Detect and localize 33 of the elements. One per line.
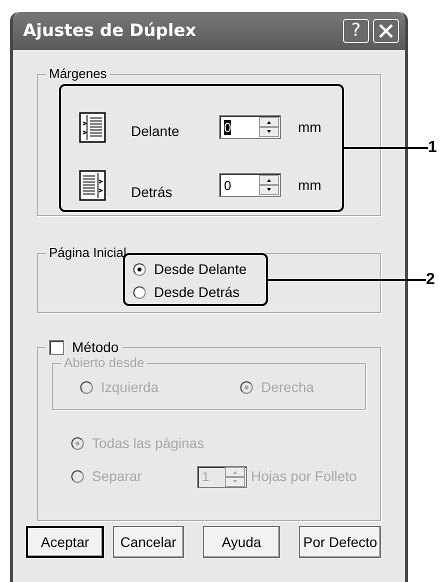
unit-label: mm — [298, 176, 322, 194]
checkbox-label: Método — [72, 339, 119, 355]
dialog-button[interactable]: Aceptar — [26, 526, 104, 558]
field-label: Detrás — [131, 182, 174, 202]
spin-arrows-icon[interactable] — [259, 117, 279, 137]
page-margin-icon — [79, 112, 106, 142]
option-label: Derecha — [261, 378, 314, 397]
spin-field[interactable]: 0 — [219, 173, 281, 197]
radio-button[interactable] — [133, 286, 146, 299]
window-title: Ajustes de Dúplex — [23, 21, 196, 41]
callout-number: 1 — [428, 140, 437, 156]
field-label: Delante — [131, 122, 180, 140]
radio-button[interactable] — [133, 263, 146, 276]
spin-field[interactable]: 0 — [219, 115, 281, 139]
option-label: Izquierda — [101, 378, 159, 397]
page-margin-icon — [79, 170, 106, 200]
group-label: Márgenes — [48, 66, 108, 82]
help-button[interactable]: ? — [343, 19, 369, 43]
group-label: Página Inicial — [48, 245, 128, 261]
spin-arrows-icon[interactable] — [259, 175, 279, 195]
option-label: Separar — [92, 467, 143, 486]
unit-label: mm — [298, 118, 322, 136]
dialog-button[interactable]: Ayuda — [202, 526, 280, 558]
option-label: Todas las páginas — [92, 434, 204, 453]
group-label: Abierto desde — [63, 355, 146, 371]
option-label: Desde Detrás — [154, 283, 240, 302]
dialog-button[interactable]: Cancelar — [113, 526, 184, 558]
callout-number: 2 — [426, 272, 435, 288]
field-label: Hojas por Folleto — [251, 467, 357, 486]
option-label: Desde Delante — [154, 260, 247, 279]
dialog-button[interactable]: Por Defecto — [299, 526, 381, 558]
close-button[interactable] — [373, 19, 399, 43]
close-icon — [377, 22, 395, 40]
